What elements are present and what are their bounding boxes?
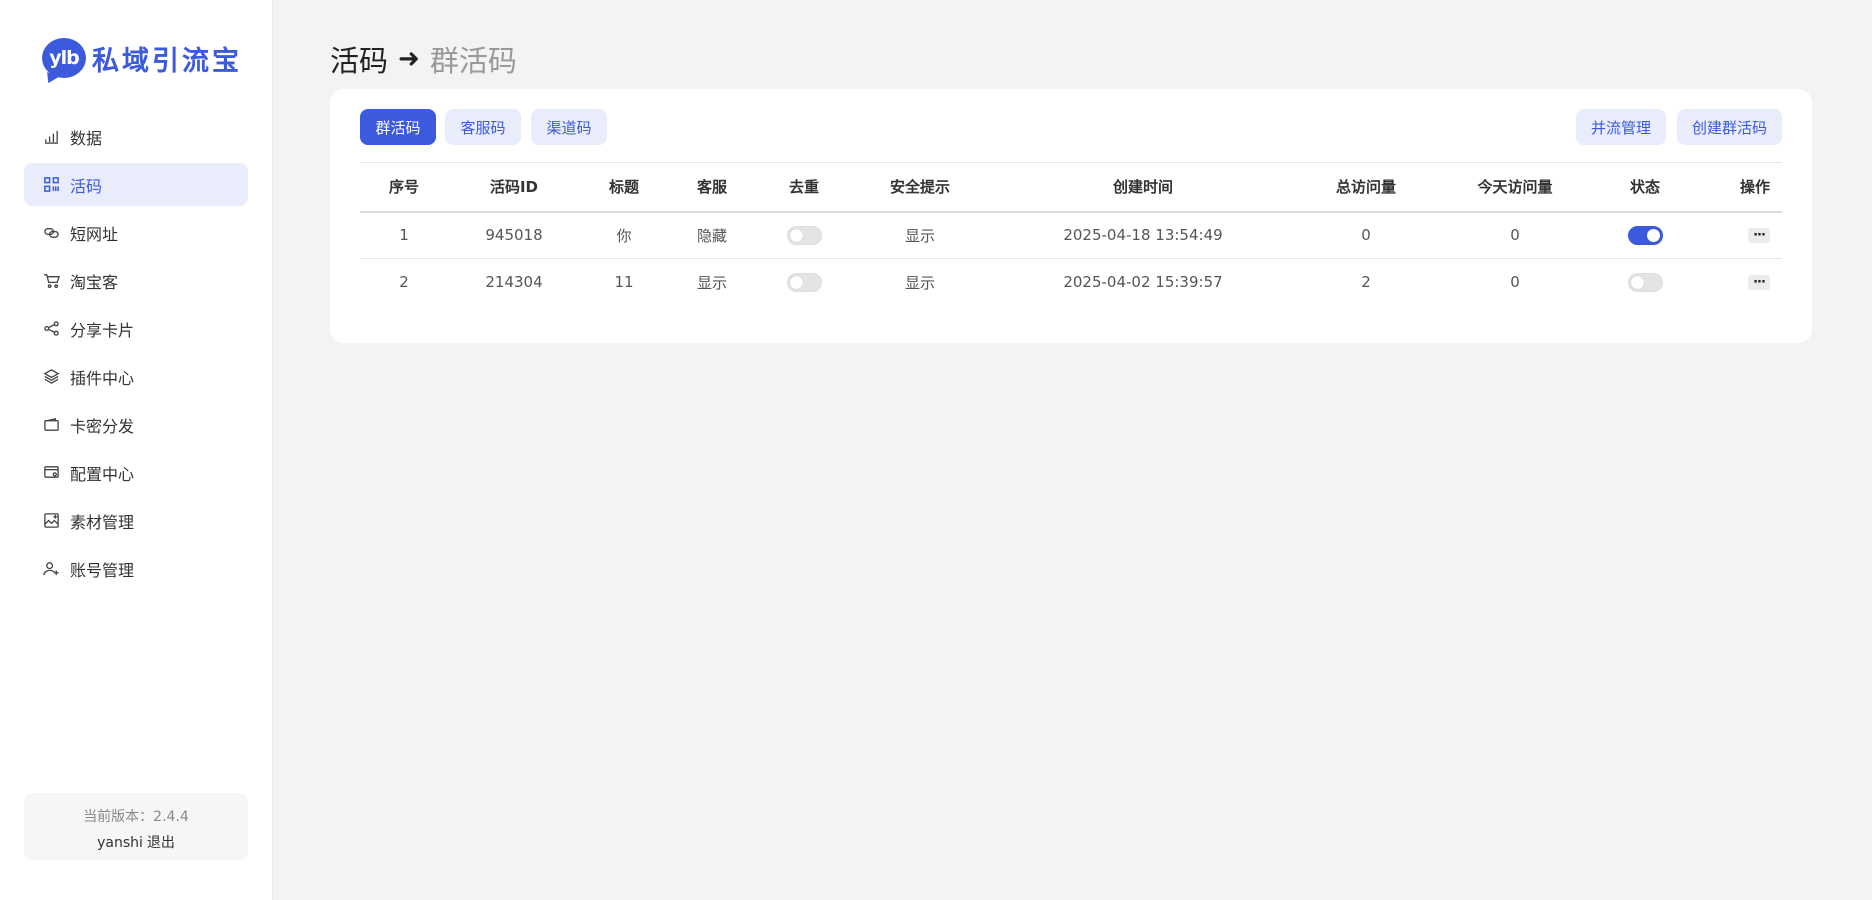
col-header-op: 操作 xyxy=(1694,162,1782,213)
cell-today: 0 xyxy=(1510,273,1520,292)
sidebar: ylb 私域引流宝 数据 活码 短网址 淘宝客 分享卡片 插件中心 卡密分发 配… xyxy=(0,0,273,900)
sidebar-item-accounts[interactable]: 账号管理 xyxy=(24,547,248,590)
content-card: 群活码 客服码 渠道码 并流管理 创建群活码 序号 活码ID 标题 客服 去重 … xyxy=(330,89,1812,343)
status-toggle[interactable] xyxy=(1627,225,1663,245)
tab-service-code[interactable]: 客服码 xyxy=(445,109,521,145)
tab-channel-code[interactable]: 渠道码 xyxy=(531,109,607,145)
version-box: 当前版本：2.4.4 yanshi 退出 xyxy=(24,793,248,860)
breadcrumb-main[interactable]: 活码 xyxy=(330,38,388,80)
sidebar-item-sharecard[interactable]: 分享卡片 xyxy=(24,307,248,350)
tab-group-code[interactable]: 群活码 xyxy=(360,109,436,145)
cell-status xyxy=(1596,259,1694,306)
sidebar-item-label: 活码 xyxy=(70,176,103,196)
sidebar-item-label: 账号管理 xyxy=(70,560,135,580)
logo-text: 私域引流宝 xyxy=(92,45,242,77)
wallet-icon xyxy=(42,416,60,434)
sidebar-item-label: 配置中心 xyxy=(70,464,135,484)
table-row: 2 214304 11 显示 显示 2025-04-02 15:39:57 2 … xyxy=(360,259,1782,306)
cell-service: 隐藏 xyxy=(668,211,756,259)
cart-icon xyxy=(42,272,60,290)
sidebar-item-label: 淘宝客 xyxy=(70,272,119,292)
cell-today: 0 xyxy=(1434,211,1596,259)
sidebar-item-livecode[interactable]: 活码 xyxy=(24,163,248,206)
sidebar-item-cardkey[interactable]: 卡密分发 xyxy=(24,403,248,446)
more-icon[interactable]: ··· xyxy=(1748,275,1770,291)
cell-id: 945018 xyxy=(448,211,580,259)
sidebar-item-shorturl[interactable]: 短网址 xyxy=(24,211,248,254)
dedupe-toggle[interactable] xyxy=(786,225,822,245)
arrow-right-icon: ➜ xyxy=(398,44,420,74)
settings-panel-icon xyxy=(42,464,60,482)
logout-link[interactable]: 退出 xyxy=(147,835,175,851)
image-icon xyxy=(42,512,60,530)
cell-id: 214304 xyxy=(485,273,543,292)
col-header-created: 创建时间 xyxy=(988,162,1298,213)
toolbar: 群活码 客服码 渠道码 并流管理 创建群活码 xyxy=(360,109,1782,145)
cell-index: 2 xyxy=(399,273,409,292)
breadcrumb-current: 群活码 xyxy=(429,44,517,78)
bar-chart-icon xyxy=(42,128,60,146)
cell-service: 显示 xyxy=(696,273,727,292)
cell-total: 0 xyxy=(1298,211,1434,259)
logo[interactable]: ylb 私域引流宝 xyxy=(42,38,242,78)
create-group-code-button[interactable]: 创建群活码 xyxy=(1677,109,1782,145)
logo-badge: ylb xyxy=(42,38,86,78)
col-header-status: 状态 xyxy=(1596,162,1694,213)
cell-dedupe xyxy=(756,211,852,259)
table-header-row: 序号 活码ID 标题 客服 去重 安全提示 创建时间 总访问量 今天访问量 状态… xyxy=(360,162,1782,213)
more-icon[interactable]: ··· xyxy=(1748,228,1770,244)
cell-safety: 显示 xyxy=(852,211,988,259)
cell-op: ··· xyxy=(1694,211,1782,259)
sidebar-item-label: 插件中心 xyxy=(70,368,135,388)
col-header-index: 序号 xyxy=(360,162,448,213)
table-row: 1 945018 你 隐藏 显示 2025-04-18 13:54:49 0 0… xyxy=(360,211,1782,259)
cell-index: 1 xyxy=(360,211,448,259)
cell-title: 你 xyxy=(580,211,668,259)
sidebar-item-label: 素材管理 xyxy=(70,512,135,532)
user-add-icon xyxy=(42,560,60,578)
cell-created: 2025-04-18 13:54:49 xyxy=(988,211,1298,259)
col-header-id: 活码ID xyxy=(448,162,580,213)
cell-created: 2025-04-02 15:39:57 xyxy=(1063,273,1223,292)
col-header-total: 总访问量 xyxy=(1298,162,1434,213)
cell-dedupe xyxy=(756,259,852,306)
grid-icon xyxy=(42,176,60,194)
merge-manage-button[interactable]: 并流管理 xyxy=(1576,109,1666,145)
username: yanshi xyxy=(97,835,143,851)
col-header-title: 标题 xyxy=(580,162,668,213)
layers-icon xyxy=(42,368,60,386)
breadcrumb: 活码 ➜ 群活码 xyxy=(330,38,517,80)
cell-title: 11 xyxy=(614,273,634,292)
cell-status xyxy=(1596,211,1694,259)
livecode-table: 序号 活码ID 标题 客服 去重 安全提示 创建时间 总访问量 今天访问量 状态… xyxy=(360,162,1782,306)
col-header-service: 客服 xyxy=(668,162,756,213)
share-icon xyxy=(42,320,60,338)
sidebar-item-taobaoke[interactable]: 淘宝客 xyxy=(24,259,248,302)
col-header-safety: 安全提示 xyxy=(852,162,988,213)
col-header-dedupe: 去重 xyxy=(756,162,852,213)
status-toggle[interactable] xyxy=(1627,272,1663,292)
sidebar-item-label: 卡密分发 xyxy=(70,416,135,436)
cell-safety: 显示 xyxy=(904,273,935,292)
sidebar-item-config[interactable]: 配置中心 xyxy=(24,451,248,494)
sidebar-item-materials[interactable]: 素材管理 xyxy=(24,499,248,542)
sidebar-item-label: 分享卡片 xyxy=(70,320,135,340)
sidebar-nav: 数据 活码 短网址 淘宝客 分享卡片 插件中心 卡密分发 配置中心 素材管理 账… xyxy=(24,115,248,595)
sidebar-item-label: 数据 xyxy=(70,128,103,148)
sidebar-item-data[interactable]: 数据 xyxy=(24,115,248,158)
cell-total: 2 xyxy=(1361,273,1371,292)
user-line: yanshi 退出 xyxy=(24,832,248,852)
sidebar-item-plugins[interactable]: 插件中心 xyxy=(24,355,248,398)
cell-op: ··· xyxy=(1694,259,1782,306)
dedupe-toggle[interactable] xyxy=(786,272,822,292)
version-text: 当前版本：2.4.4 xyxy=(83,809,189,825)
sidebar-item-label: 短网址 xyxy=(70,224,119,244)
link-icon xyxy=(42,224,60,242)
col-header-today: 今天访问量 xyxy=(1434,162,1596,213)
